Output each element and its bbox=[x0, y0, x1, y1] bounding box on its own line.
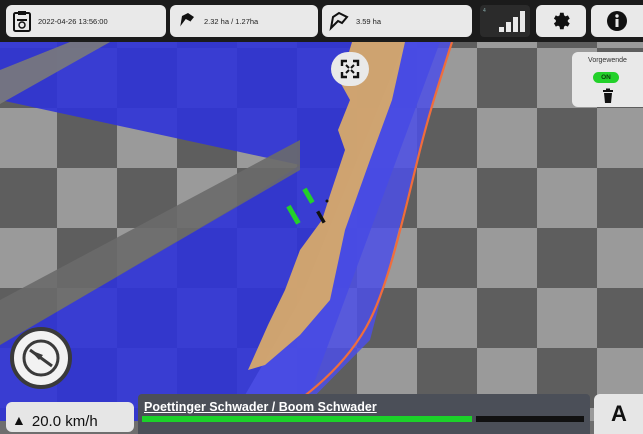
worked-area-label: 2.32 ha / 1.27ha bbox=[204, 16, 259, 26]
clipboard-calendar-icon bbox=[13, 11, 31, 32]
settings-button[interactable] bbox=[536, 5, 586, 37]
compass-icon bbox=[22, 339, 60, 377]
field-outline-icon bbox=[329, 11, 349, 31]
top-bar: 2022-04-26 13:56:00 2.32 ha / 1.27ha 3.5… bbox=[0, 0, 643, 42]
headland-title: Vorgewende bbox=[588, 57, 627, 64]
recenter-button[interactable] bbox=[331, 52, 369, 86]
gear-icon bbox=[553, 12, 570, 30]
signal-strength-icon bbox=[499, 11, 525, 32]
compass-button[interactable] bbox=[10, 327, 72, 389]
speed-indicator: ▲ 20.0 km/h bbox=[6, 402, 134, 432]
implement-name[interactable]: Poettinger Schwader / Boom Schwader bbox=[144, 400, 377, 414]
worked-area-pill[interactable]: 2.32 ha / 1.27ha bbox=[170, 5, 318, 37]
auto-mode-button[interactable]: A bbox=[594, 394, 643, 434]
implement-section-bar-inactive bbox=[476, 416, 584, 422]
signal-indicator[interactable]: 4 bbox=[480, 5, 530, 37]
field-area-pill[interactable]: 3.59 ha bbox=[322, 5, 472, 37]
datetime-pill[interactable]: 2022-04-26 13:56:00 bbox=[6, 5, 166, 37]
implement-panel[interactable]: Poettinger Schwader / Boom Schwader bbox=[138, 394, 590, 434]
info-button[interactable] bbox=[591, 5, 643, 37]
info-icon bbox=[607, 11, 627, 31]
trash-icon[interactable] bbox=[600, 88, 616, 104]
speed-value: 20.0 km/h bbox=[31, 412, 98, 430]
arrow-up-icon: ▲ bbox=[12, 412, 26, 428]
implement-section-bar bbox=[142, 416, 472, 422]
map-view[interactable] bbox=[0, 0, 643, 421]
headland-panel: Vorgewende ON bbox=[572, 52, 643, 107]
auto-mode-label: A bbox=[611, 401, 627, 426]
fit-view-icon bbox=[340, 59, 360, 79]
field-area-icon bbox=[179, 13, 194, 29]
datetime-label: 2022-04-26 13:56:00 bbox=[38, 16, 108, 26]
field-area-label: 3.59 ha bbox=[356, 16, 382, 26]
headland-toggle[interactable]: ON bbox=[593, 72, 619, 83]
